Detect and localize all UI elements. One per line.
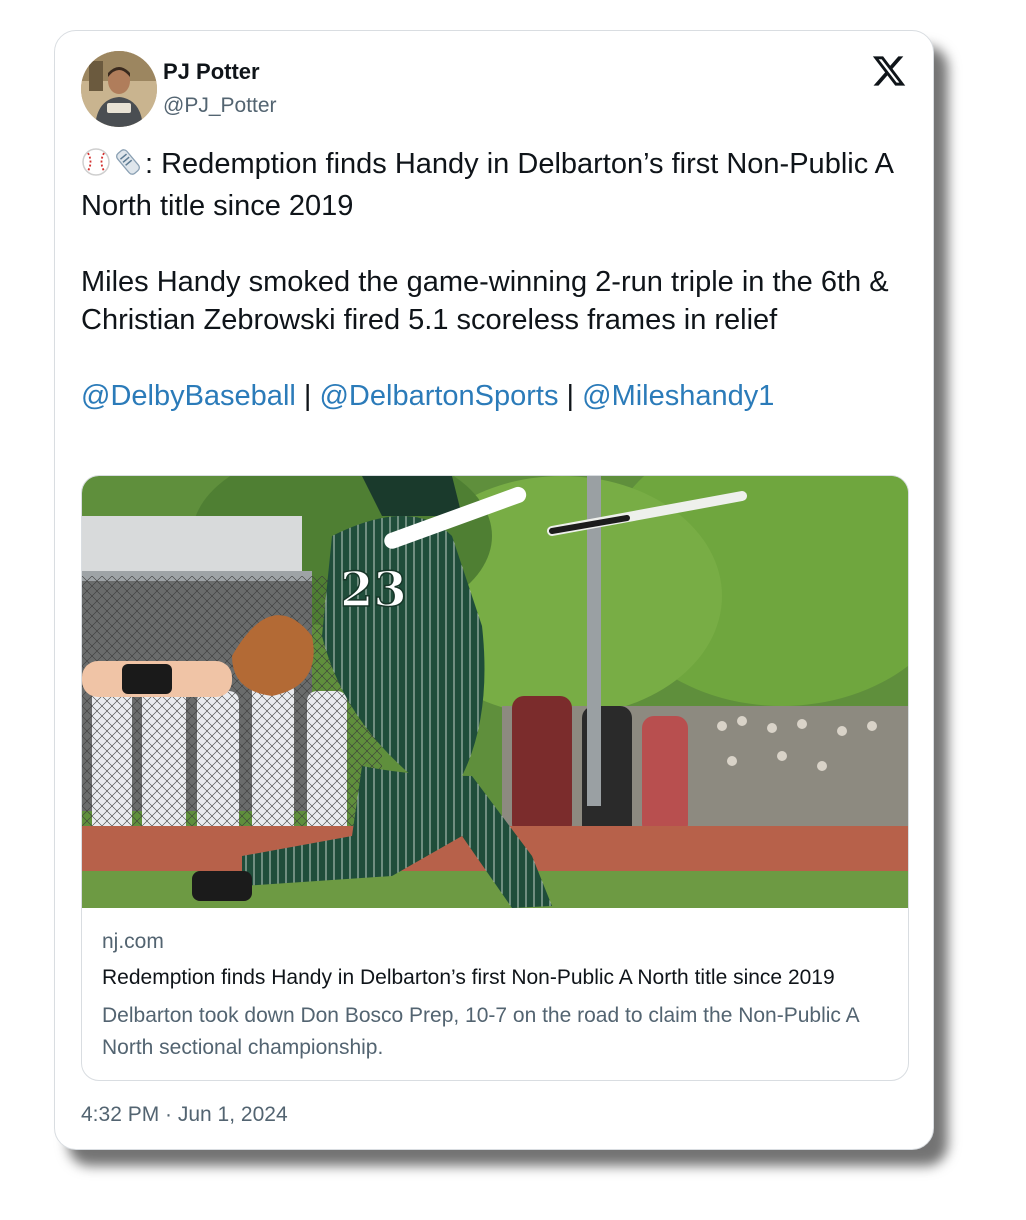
tweet-line-1: : Redemption finds Handy in Delbarton’s … [81, 148, 893, 222]
link-domain: nj.com [102, 930, 164, 953]
link-preview-card[interactable]: 23 nj.com Redemption finds Handy in Delb… [81, 475, 909, 1081]
tweet-card: PJ Potter @PJ_Potter: Redemption finds … [54, 30, 934, 1150]
author-handle[interactable]: @PJ_Potter [163, 94, 277, 118]
tweet-timestamp[interactable]: 4:32 PM · Jun 1, 2024 [81, 1103, 288, 1127]
mention-mileshandy1[interactable]: @Mileshandy1 [582, 380, 774, 412]
tweet-text: : Redemption finds Handy in Delbarton’s … [81, 145, 901, 415]
author-name[interactable]: PJ Potter [163, 59, 260, 85]
mention-delbybaseball[interactable]: @DelbyBaseball [81, 380, 296, 412]
link-description: Delbarton took down Don Bosco Prep, 10-7… [102, 1004, 859, 1059]
mention-separator: | [558, 380, 583, 412]
baseball-icon [81, 147, 111, 187]
tweet-headline-line: : Redemption finds Handy in Delbarton’s … [81, 145, 901, 225]
mention-delbartonsports[interactable]: @DelbartonSports [319, 380, 558, 412]
x-logo-icon[interactable] [871, 53, 907, 89]
tweet-line-2: Miles Handy smoked the game-winning 2-ru… [81, 266, 889, 336]
link-headline[interactable]: Redemption finds Handy in Delbarton’s fi… [102, 966, 892, 990]
article-photo[interactable]: 23 [82, 476, 909, 908]
jersey-number: 23 [340, 562, 407, 618]
tweet-mentions: @DelbyBaseball | @DelbartonSports | @Mil… [81, 377, 901, 415]
avatar[interactable] [81, 51, 157, 127]
newspaper-icon [113, 147, 143, 187]
mention-separator: | [295, 380, 320, 412]
